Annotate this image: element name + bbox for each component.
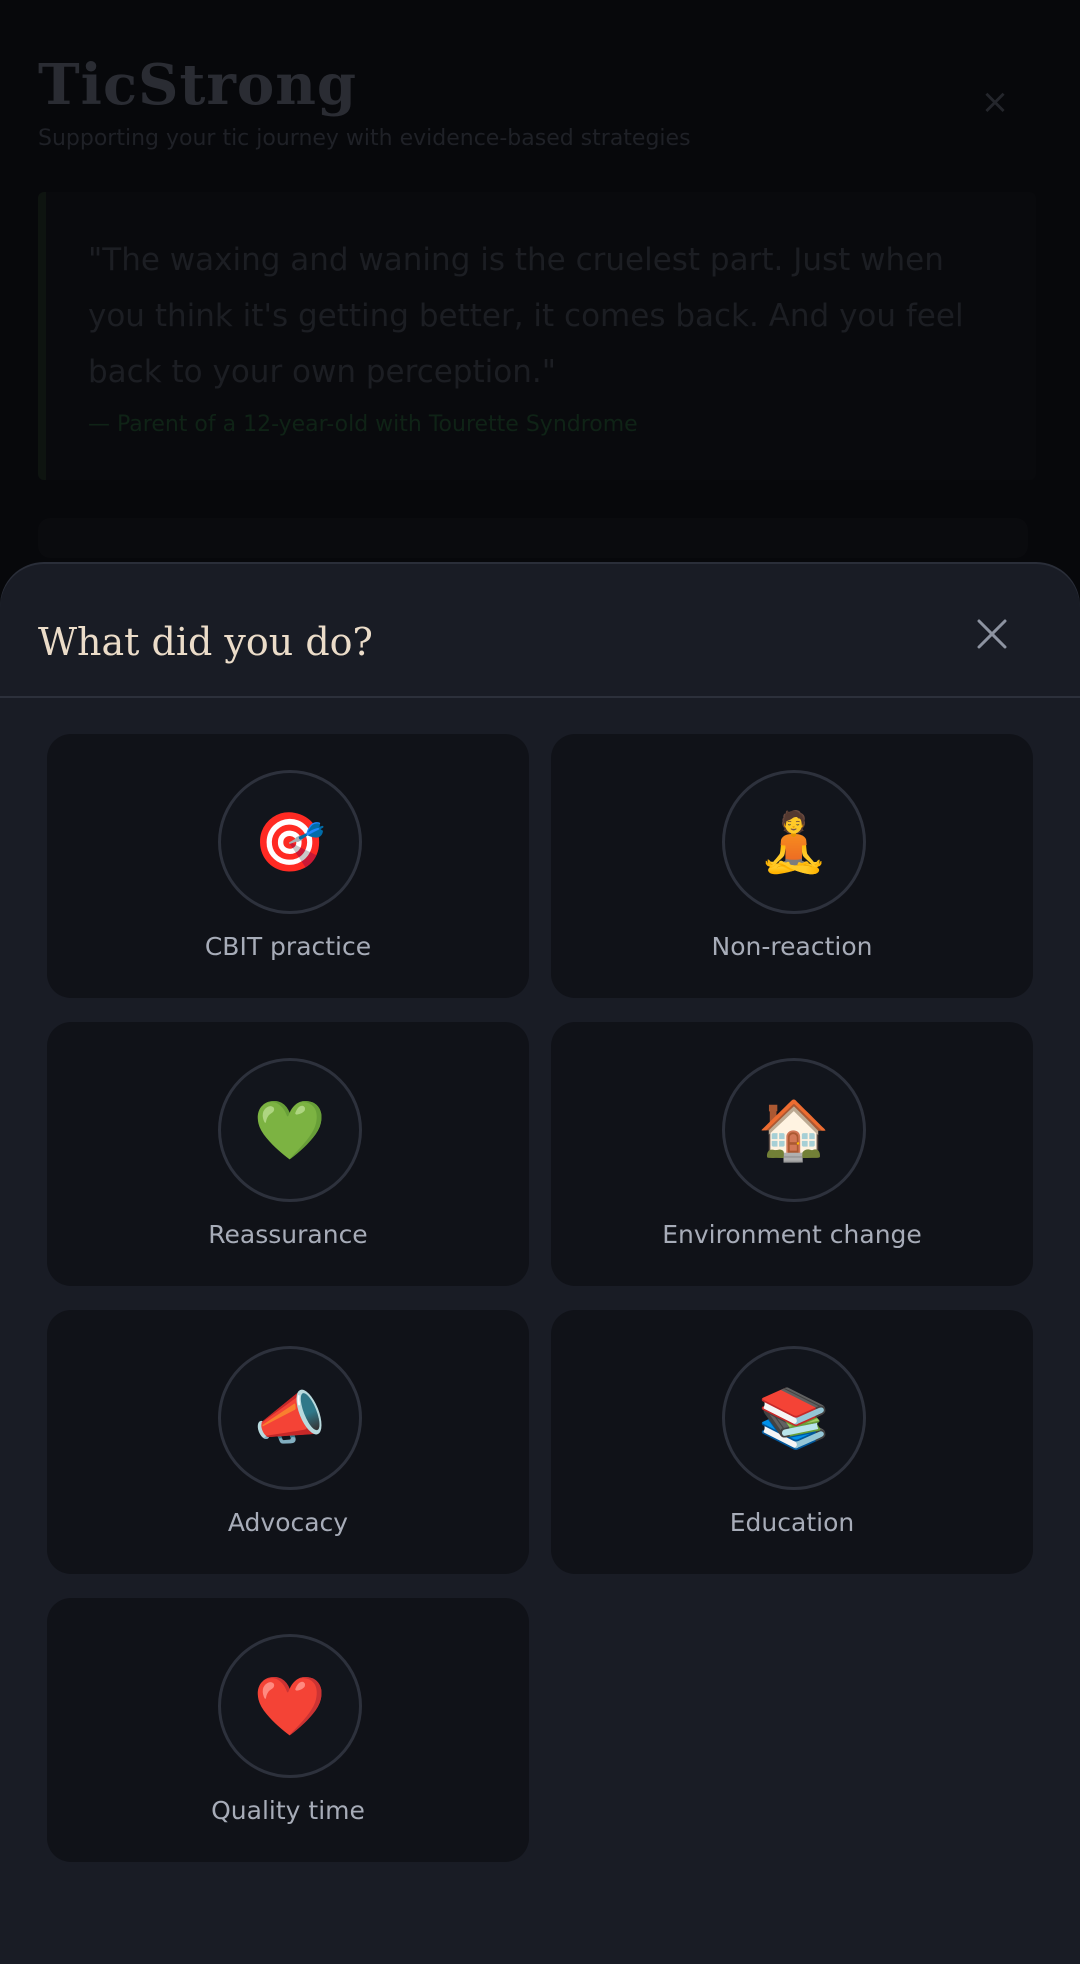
target-icon: 🎯 [218,770,362,914]
option-label: Quality time [211,1796,365,1825]
option-label: Non-reaction [711,932,873,961]
red-heart-icon: ❤️ [218,1634,362,1778]
app-subtitle: Supporting your tic journey with evidenc… [38,126,691,151]
quote-attribution: — Parent of a 12-year-old with Tourette … [88,412,638,437]
options-grid: 🎯 CBIT practice 🧘 Non-reaction 💚 Reassur… [47,734,1033,1862]
option-environment-change[interactable]: 🏠 Environment change [551,1022,1033,1286]
house-icon: 🏠 [722,1058,866,1202]
option-label: Reassurance [208,1220,368,1249]
megaphone-icon: 📣 [218,1346,362,1490]
option-label: Advocacy [227,1508,349,1537]
option-advocacy[interactable]: 📣 Advocacy [47,1310,529,1574]
option-reassurance[interactable]: 💚 Reassurance [47,1022,529,1286]
option-label: CBIT practice [204,932,372,961]
app-title: TicStrong [38,52,358,118]
sheet-header: What did you do? [0,564,1080,698]
option-non-reaction[interactable]: 🧘 Non-reaction [551,734,1033,998]
option-cbit-practice[interactable]: 🎯 CBIT practice [47,734,529,998]
background-card-edge [38,518,1028,558]
option-quality-time[interactable]: ❤️ Quality time [47,1598,529,1862]
close-button[interactable] [966,608,1018,660]
close-icon [977,619,1007,649]
quote-text: "The waxing and waning is the cruelest p… [88,242,964,390]
action-sheet: What did you do? 🎯 CBIT practice 🧘 Non-r… [0,564,1080,1964]
sheet-title: What did you do? [38,620,373,664]
books-icon: 📚 [722,1346,866,1490]
meditation-icon: 🧘 [722,770,866,914]
background-close-icon: × [980,82,1010,122]
option-education[interactable]: 📚 Education [551,1310,1033,1574]
option-label: Environment change [662,1220,922,1249]
option-label: Education [729,1508,855,1537]
green-heart-icon: 💚 [218,1058,362,1202]
